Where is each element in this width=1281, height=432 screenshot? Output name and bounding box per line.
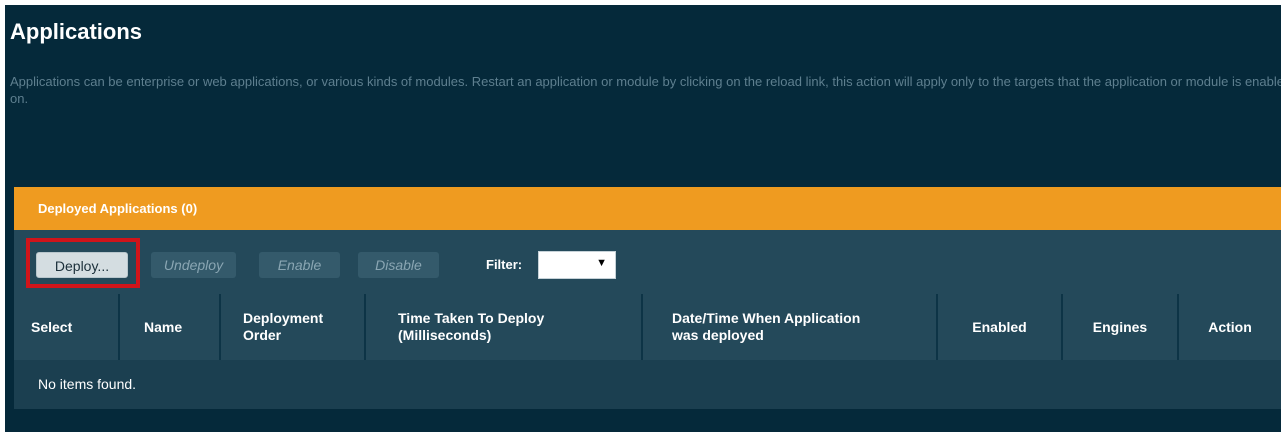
page-title: Applications (10, 19, 143, 44)
table-toolbar: Deploy... Undeploy Enable Disable Filter… (14, 230, 1281, 294)
column-enabled[interactable]: Enabled (936, 294, 1061, 360)
chevron-down-icon: ▼ (596, 257, 607, 269)
column-deployed-time[interactable]: Date/Time When Application was deployed (641, 294, 936, 360)
filter-select[interactable]: ▼ (538, 251, 616, 279)
column-time-taken[interactable]: Time Taken To Deploy (Milliseconds) (364, 294, 641, 360)
empty-message: No items found. (38, 376, 137, 392)
page-description: Applications can be enterprise or web ap… (10, 74, 1281, 106)
panel-title: Deployed Applications (0) (38, 201, 198, 216)
undeploy-button[interactable]: Undeploy (151, 252, 236, 278)
column-name[interactable]: Name (118, 294, 219, 360)
table-body: No items found. (14, 360, 1281, 409)
column-deployment-order[interactable]: Deployment Order (219, 294, 364, 360)
applications-page: Applications Applications can be enterpr… (5, 5, 1281, 432)
deployed-applications-header: Deployed Applications (0) (14, 187, 1281, 230)
highlight-box (26, 238, 140, 288)
enable-button[interactable]: Enable (259, 252, 340, 278)
disable-button[interactable]: Disable (358, 252, 439, 278)
table-header-row: Select Name Deployment Order Time Taken … (14, 294, 1281, 360)
column-engines[interactable]: Engines (1061, 294, 1177, 360)
column-action[interactable]: Action (1177, 294, 1281, 360)
column-select[interactable]: Select (14, 294, 118, 360)
filter-label: Filter: (486, 257, 523, 272)
